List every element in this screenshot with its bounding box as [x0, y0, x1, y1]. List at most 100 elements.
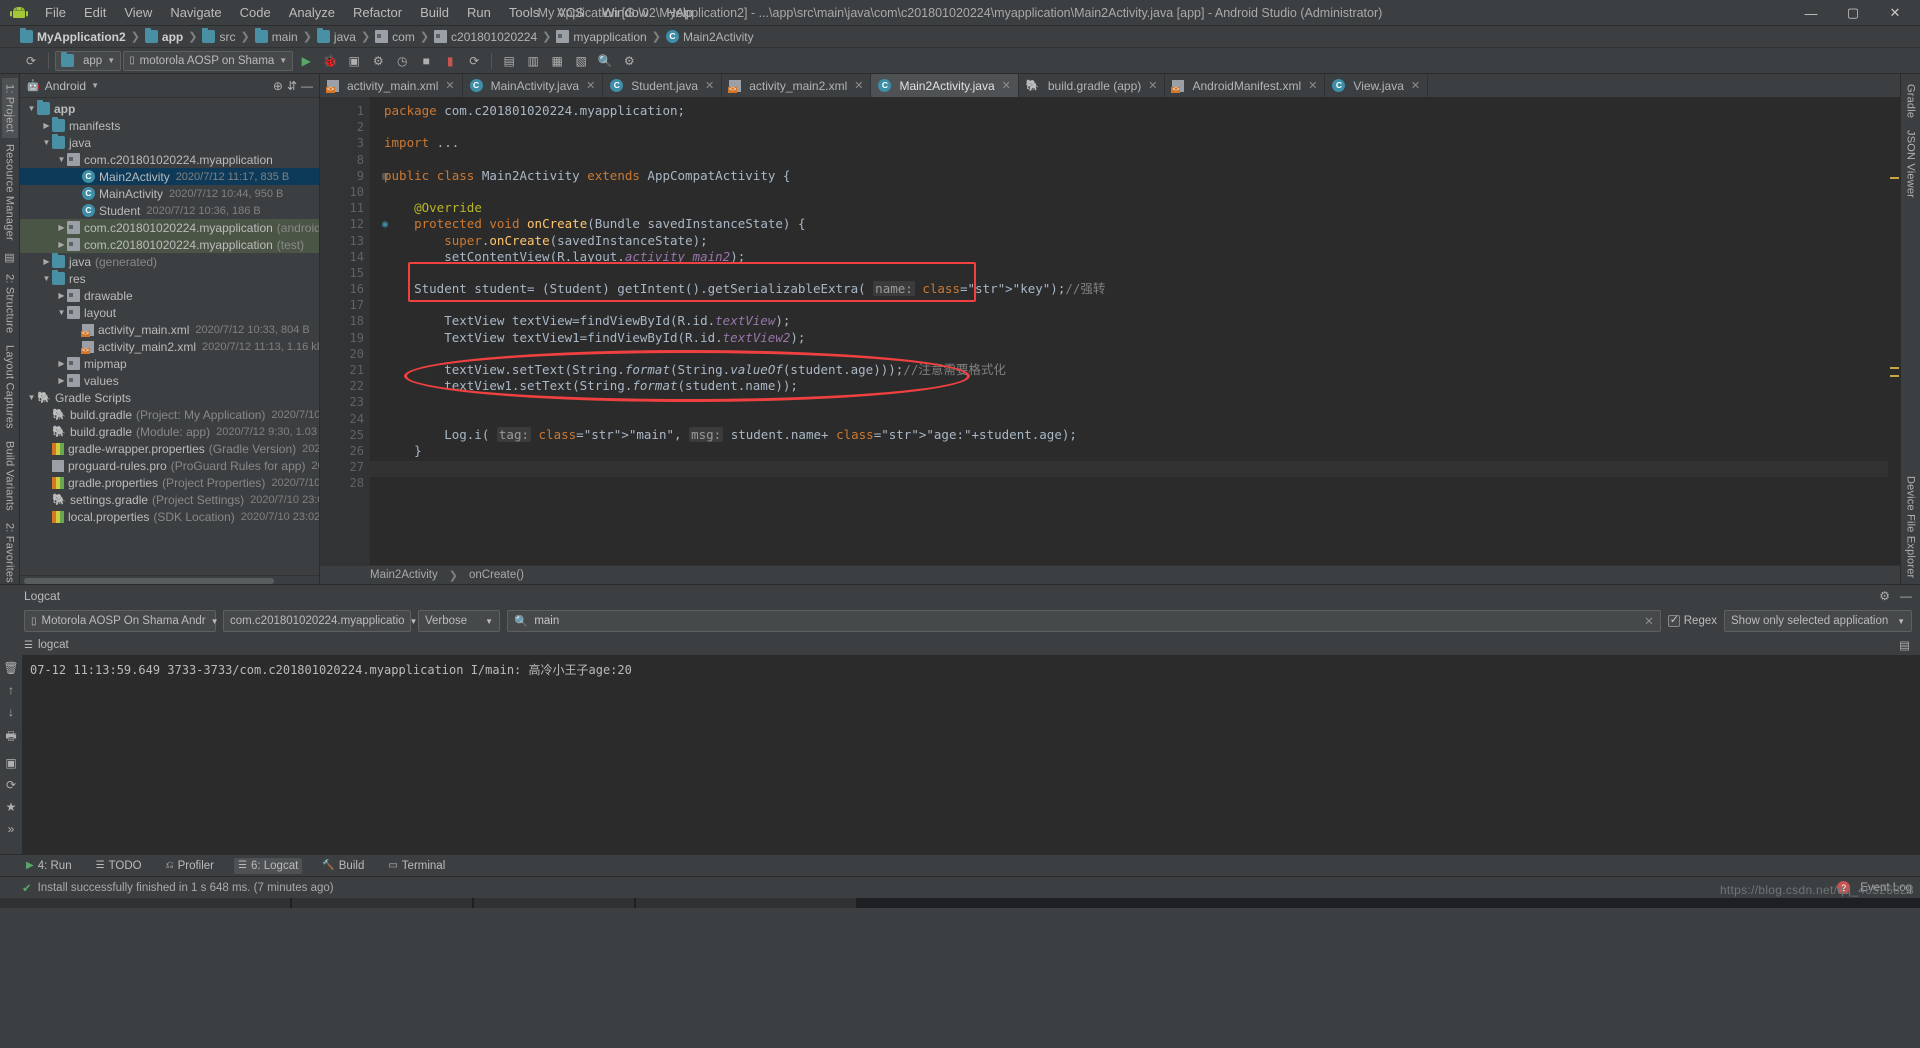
- module-selector[interactable]: app ▼: [55, 50, 122, 71]
- minimize-panel-icon[interactable]: —: [301, 79, 313, 93]
- expand-arrow-icon[interactable]: ▼: [41, 138, 52, 147]
- line-number[interactable]: 19: [320, 330, 370, 346]
- minimize-button[interactable]: —: [1790, 0, 1832, 26]
- screenshot-icon[interactable]: ▣: [5, 756, 16, 770]
- tree-item[interactable]: ▼ com.c201801020224.myapplication: [20, 151, 319, 168]
- breadcrumb-main[interactable]: main: [254, 28, 298, 44]
- more-icon[interactable]: »: [8, 822, 15, 836]
- editor-tab[interactable]: activity_main.xml ✕: [320, 74, 463, 97]
- expand-arrow-icon[interactable]: ▶: [56, 376, 67, 385]
- line-number[interactable]: 23: [320, 394, 370, 410]
- breadcrumb-java[interactable]: java: [316, 28, 356, 44]
- code-line[interactable]: super.onCreate(savedInstanceState);: [384, 233, 1888, 249]
- logcat-output[interactable]: 07-12 11:13:59.649 3733-3733/com.c201801…: [22, 655, 1920, 854]
- line-number[interactable]: 2: [320, 119, 370, 135]
- code-line[interactable]: [384, 297, 1888, 313]
- menu-refactor[interactable]: Refactor: [344, 2, 411, 23]
- logcat-side-actions[interactable]: 🗑 ↑ ↓ 🖶 ▣ ⟳ ★ »: [0, 655, 22, 854]
- code-content[interactable]: package com.c201801020224.myapplication;…: [370, 97, 1888, 565]
- close-tab-icon[interactable]: ✕: [1002, 79, 1011, 92]
- window-controls[interactable]: — ▢ ✕: [1790, 0, 1916, 26]
- tree-item[interactable]: ▼ java: [20, 134, 319, 151]
- editor-scrollbar[interactable]: [1888, 97, 1900, 565]
- debug-button[interactable]: 🐞: [319, 50, 341, 72]
- line-number[interactable]: 13: [320, 233, 370, 249]
- line-number[interactable]: 22: [320, 378, 370, 394]
- tree-item[interactable]: local.properties (SDK Location) 2020/7/10 …: [20, 508, 319, 525]
- line-number[interactable]: 3: [320, 135, 370, 151]
- tree-item[interactable]: C MainActivity 2020/7/12 10:44, 950 B: [20, 185, 319, 202]
- line-number[interactable]: 14: [320, 249, 370, 265]
- line-number[interactable]: 17: [320, 297, 370, 313]
- process-dropdown[interactable]: com.c201801020224.myapplicatio ▼: [223, 610, 417, 632]
- project-panel-actions[interactable]: ⊕ ⇵ —: [273, 79, 313, 93]
- bottom-tab-terminal[interactable]: ▭ Terminal: [384, 858, 449, 874]
- code-line[interactable]: setContentView(R.layout.activity_main2);: [384, 249, 1888, 265]
- breadcrumb-c201801020224[interactable]: c201801020224: [434, 30, 537, 44]
- menu-build[interactable]: Build: [411, 2, 458, 23]
- expand-arrow-icon[interactable]: ▼: [56, 308, 67, 317]
- code-line[interactable]: textView1.setText(String.format(student.…: [384, 378, 1888, 394]
- tree-item[interactable]: ▶ values: [20, 372, 319, 389]
- code-line[interactable]: [384, 346, 1888, 362]
- bottom-tab-logcat[interactable]: ☰ 6: Logcat: [234, 857, 303, 874]
- scroll-up-icon[interactable]: ↑: [8, 683, 14, 697]
- star-icon[interactable]: ★: [6, 800, 17, 814]
- expand-arrow-icon[interactable]: ▶: [56, 240, 67, 249]
- clear-search-icon[interactable]: ✕: [1644, 614, 1654, 628]
- line-number[interactable]: 24: [320, 411, 370, 427]
- maximize-button[interactable]: ▢: [1832, 0, 1874, 26]
- run-button[interactable]: ▶: [295, 50, 317, 72]
- rail-item-build-variants[interactable]: Build Variants: [2, 435, 18, 517]
- expand-arrow-icon[interactable]: ▶: [56, 359, 67, 368]
- close-tab-icon[interactable]: ✕: [586, 79, 595, 92]
- code-line[interactable]: @Override: [384, 200, 1888, 216]
- device-monitor-icon[interactable]: ▧: [570, 50, 592, 72]
- tree-item[interactable]: ▶ com.c201801020224.myapplication (test): [20, 236, 319, 253]
- editor-tab[interactable]: C MainActivity.java ✕: [463, 74, 604, 97]
- search-everywhere-icon[interactable]: 🔍: [594, 50, 616, 72]
- gear-icon[interactable]: ⚙: [1879, 589, 1890, 603]
- rail-item-structure[interactable]: 2: Structure: [2, 268, 18, 339]
- tree-item[interactable]: 🐘 build.gradle (Module: app) 2020/7/12 9:30…: [20, 423, 319, 440]
- device-dropdown[interactable]: ▯ Motorola AOSP On Shama Andr ▼: [24, 610, 219, 632]
- bottom-tab-build[interactable]: 🔨 Build: [318, 858, 368, 874]
- editor-breadcrumb-method[interactable]: onCreate(): [469, 569, 524, 581]
- code-line[interactable]: }: [384, 443, 1888, 459]
- tree-item[interactable]: 🐘 build.gradle (Project: My Application) 20…: [20, 406, 319, 423]
- logcat-subtab[interactable]: ☰ logcat ▤: [0, 635, 1920, 655]
- scrollbar-thumb[interactable]: [24, 578, 274, 584]
- tree-item[interactable]: ▶ java (generated): [20, 253, 319, 270]
- code-line[interactable]: Log.i( tag: class="str">"main", msg: stu…: [384, 426, 1888, 443]
- line-number[interactable]: 8: [320, 152, 370, 168]
- close-tab-icon[interactable]: ✕: [1308, 79, 1317, 92]
- rail-item-json-viewer[interactable]: JSON Viewer: [1903, 124, 1919, 204]
- line-number[interactable]: 27: [320, 459, 370, 475]
- main-toolbar[interactable]: ⟳ app ▼ ▯ motorola AOSP on Shama ▼ ▶ 🐞 ▣…: [0, 48, 1920, 74]
- rail-item-project[interactable]: 1: Project: [1, 78, 18, 139]
- line-number[interactable]: 15: [320, 265, 370, 281]
- line-number[interactable]: 16: [320, 281, 370, 297]
- editor-tab[interactable]: C Main2Activity.java ✕: [871, 74, 1019, 97]
- sync-project-icon[interactable]: ⟳: [20, 50, 42, 72]
- settings-icon[interactable]: ⚙: [618, 50, 640, 72]
- profiler-button[interactable]: ◷: [391, 50, 413, 72]
- line-number[interactable]: 18: [320, 313, 370, 329]
- line-number[interactable]: 21: [320, 362, 370, 378]
- project-view-selector[interactable]: Android: [45, 79, 86, 93]
- project-tree[interactable]: ▼ app ▶ manifests ▼ java ▼ com.c201801020224.my…: [20, 98, 319, 575]
- menu-file[interactable]: File: [36, 2, 75, 23]
- code-line[interactable]: [384, 152, 1888, 168]
- avd-manager-icon[interactable]: ▤: [498, 50, 520, 72]
- run-coverage-button[interactable]: ▣: [343, 50, 365, 72]
- menu-analyze[interactable]: Analyze: [280, 2, 344, 23]
- tree-item[interactable]: ▶ com.c201801020224.myapplication (android…: [20, 219, 319, 236]
- line-number[interactable]: 20: [320, 346, 370, 362]
- tree-item[interactable]: ▼ 🐘 Gradle Scripts: [20, 389, 319, 406]
- bottom-tab-todo[interactable]: ☰ TODO: [92, 858, 146, 874]
- line-number[interactable]: 9 ▦: [320, 168, 388, 184]
- editor-tab[interactable]: AndroidManifest.xml ✕: [1165, 74, 1326, 97]
- code-line[interactable]: [384, 265, 1888, 281]
- rail-item-resource-manager[interactable]: Resource Manager: [2, 138, 18, 247]
- target-icon[interactable]: ⊕: [273, 79, 283, 93]
